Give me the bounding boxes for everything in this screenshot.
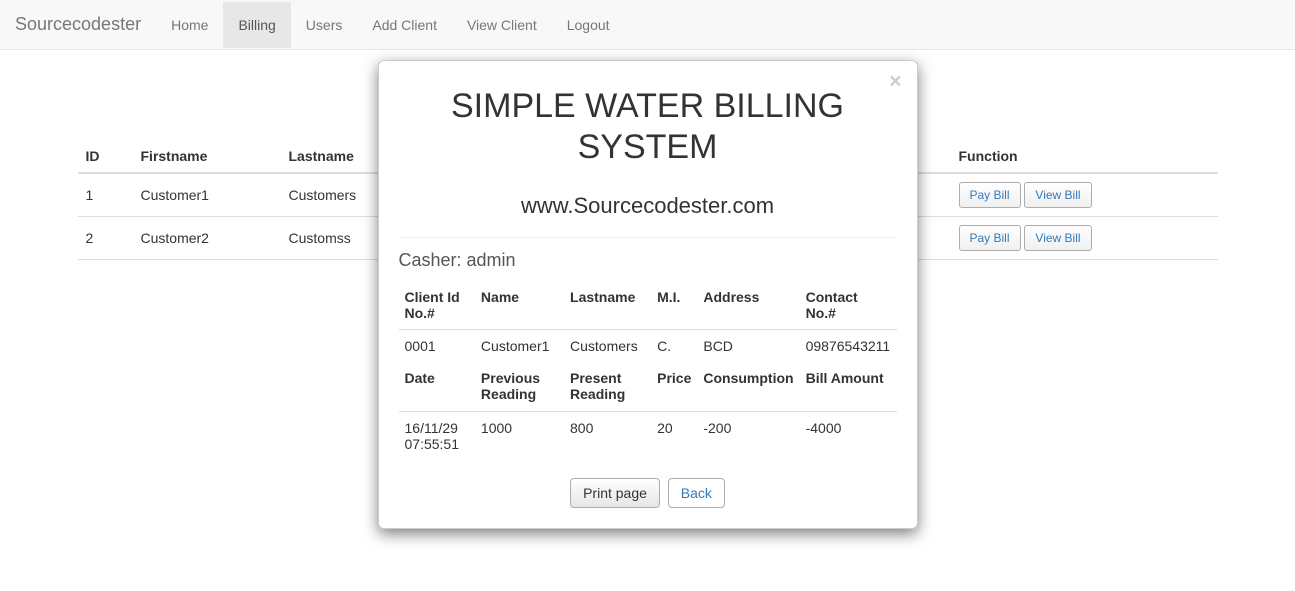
th-client-contact: Contact No.#	[800, 281, 897, 329]
bill-row: 16/11/29 07:55:51 1000 800 20 -200 -4000	[399, 411, 897, 460]
th-client-lastname: Lastname	[564, 281, 651, 329]
th-client-id: Client Id No.#	[399, 281, 475, 329]
modal-title: SIMPLE WATER BILLING SYSTEM	[399, 86, 897, 168]
view-bill-button[interactable]: View Bill	[1024, 225, 1091, 251]
th-price: Price	[651, 362, 697, 410]
close-icon[interactable]: ×	[889, 71, 901, 92]
nav-item-add-client: Add Client	[357, 2, 452, 48]
nav-item-logout: Logout	[552, 2, 625, 48]
nav-item-view-client: View Client	[452, 2, 552, 48]
navbar: Sourcecodester Home Billing Users Add Cl…	[0, 0, 1295, 50]
cell-client-name: Customer1	[475, 330, 564, 363]
navbar-brand[interactable]: Sourcecodester	[0, 0, 156, 50]
cell-previous: 1000	[475, 411, 564, 460]
cell-amount: -4000	[800, 411, 897, 460]
th-date: Date	[399, 362, 475, 410]
nav-link-view-client[interactable]: View Client	[452, 2, 552, 48]
th-client-name: Name	[475, 281, 564, 329]
nav-link-home[interactable]: Home	[156, 2, 223, 48]
pay-bill-button[interactable]: Pay Bill	[959, 225, 1021, 251]
cell-price: 20	[651, 411, 697, 460]
cell-client-lastname: Customers	[564, 330, 651, 363]
th-function: Function	[951, 140, 1218, 173]
casher-line: Casher: admin	[399, 250, 897, 271]
th-previous: Previous Reading	[475, 362, 564, 410]
casher-label: Casher:	[399, 250, 467, 270]
cell-firstname: Customer2	[133, 217, 281, 260]
modal-backdrop: × SIMPLE WATER BILLING SYSTEM www.Source…	[0, 0, 1295, 591]
nav-link-logout[interactable]: Logout	[552, 2, 625, 48]
th-present: Present Reading	[564, 362, 651, 410]
nav-link-users[interactable]: Users	[291, 2, 358, 48]
nav-link-add-client[interactable]: Add Client	[357, 2, 452, 48]
th-amount: Bill Amount	[800, 362, 897, 410]
cell-id: 2	[78, 217, 133, 260]
print-page-button[interactable]: Print page	[570, 478, 660, 508]
cell-client-address: BCD	[697, 330, 799, 363]
cell-id: 1	[78, 173, 133, 217]
th-client-mi: M.I.	[651, 281, 697, 329]
client-row: 0001 Customer1 Customers C. BCD 09876543…	[399, 330, 897, 363]
cell-client-id: 0001	[399, 330, 475, 363]
view-bill-button[interactable]: View Bill	[1024, 182, 1091, 208]
casher-value: admin	[467, 250, 516, 270]
th-client-address: Address	[697, 281, 799, 329]
cell-client-mi: C.	[651, 330, 697, 363]
nav-link-billing[interactable]: Billing	[223, 2, 290, 48]
cell-firstname: Customer1	[133, 173, 281, 217]
bill-detail-table: Client Id No.# Name Lastname M.I. Addres…	[399, 281, 897, 460]
th-firstname: Firstname	[133, 140, 281, 173]
nav-item-home: Home	[156, 2, 223, 48]
nav-item-users: Users	[291, 2, 358, 48]
cell-client-contact: 09876543211	[800, 330, 897, 363]
divider	[399, 237, 897, 238]
cell-function: Pay Bill View Bill	[951, 173, 1218, 217]
modal-actions: Print page Back	[399, 478, 897, 508]
th-consumption: Consumption	[697, 362, 799, 410]
modal-subtitle: www.Sourcecodester.com	[399, 193, 897, 219]
cell-function: Pay Bill View Bill	[951, 217, 1218, 260]
pay-bill-button[interactable]: Pay Bill	[959, 182, 1021, 208]
th-id: ID	[78, 140, 133, 173]
nav-list: Home Billing Users Add Client View Clien…	[156, 2, 624, 48]
cell-date: 16/11/29 07:55:51	[399, 411, 475, 460]
cell-consumption: -200	[697, 411, 799, 460]
nav-item-billing: Billing	[223, 2, 290, 48]
bill-modal: × SIMPLE WATER BILLING SYSTEM www.Source…	[378, 60, 918, 529]
back-button[interactable]: Back	[668, 478, 725, 508]
cell-present: 800	[564, 411, 651, 460]
